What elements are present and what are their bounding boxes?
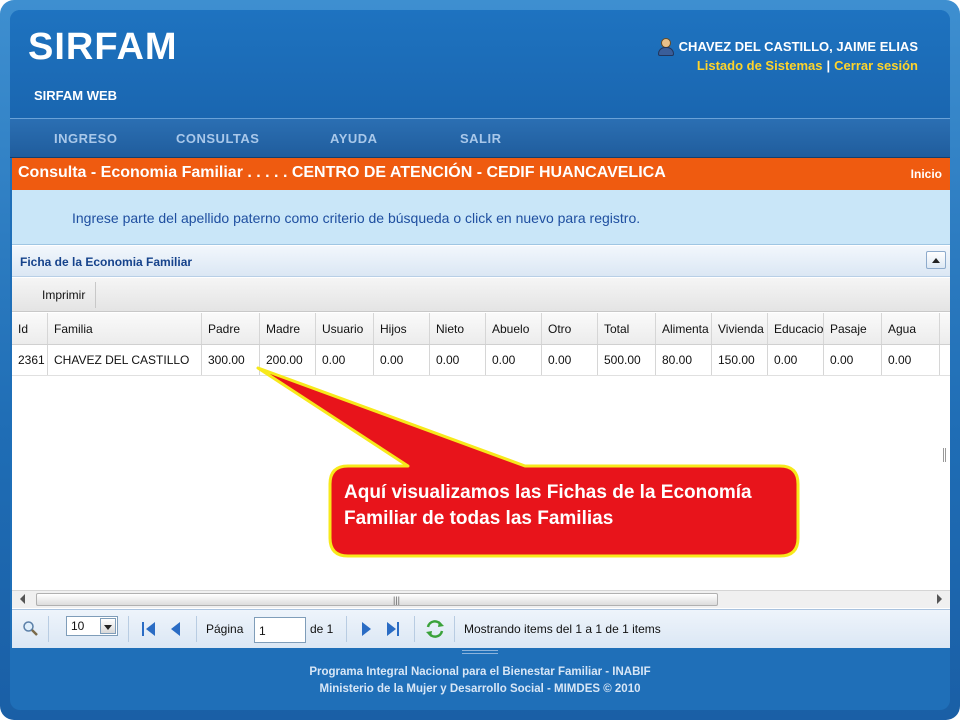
pager-bar: 10 Página 1 de 1 Mostrando items del 1 a… <box>12 609 950 648</box>
table-cell: 80.00 <box>656 345 712 375</box>
table-cell: CHAVEZ DEL CASTILLO <box>48 345 202 375</box>
footer: Programa Integral Nacional para el Biene… <box>10 650 950 710</box>
menu-item-ingreso[interactable]: INGRESO <box>54 131 117 146</box>
header: SIRFAM SIRFAM WEB CHAVEZ DEL CASTILLO, J… <box>10 10 950 118</box>
table-cell: 0.00 <box>374 345 430 375</box>
main-menu: INGRESO CONSULTAS AYUDA SALIR <box>10 118 950 158</box>
print-button[interactable]: Imprimir <box>32 282 97 308</box>
home-link[interactable]: Inicio <box>911 167 942 181</box>
column-header[interactable]: Agua <box>882 313 940 344</box>
page-label: Página <box>206 622 244 636</box>
table-cell: 300.00 <box>202 345 260 375</box>
scroll-left-icon[interactable] <box>20 594 25 604</box>
grid-body: 2361 CHAVEZ DEL CASTILLO 300.00 200.00 0.00 0… <box>12 345 950 376</box>
link-separator: | <box>826 58 831 73</box>
systems-list-link[interactable]: Listado de Sistemas <box>697 58 823 73</box>
column-header[interactable]: Pasaje <box>824 313 882 344</box>
user-name-row: CHAVEZ DEL CASTILLO, JAIME ELIAS <box>657 38 918 56</box>
pager-separator <box>346 616 347 642</box>
column-header[interactable]: Alimenta <box>656 313 712 344</box>
table-cell: 0.00 <box>824 345 882 375</box>
table-row[interactable]: 2361 CHAVEZ DEL CASTILLO 300.00 200.00 0.00 0… <box>12 345 950 376</box>
table-cell: 200.00 <box>260 345 316 375</box>
content-area: Consulta - Economia Familiar . . . . . C… <box>12 158 950 648</box>
search-icon[interactable] <box>22 620 38 636</box>
column-header[interactable]: Madre <box>260 313 316 344</box>
next-page-icon[interactable] <box>360 622 374 636</box>
pager-separator <box>48 616 49 642</box>
footer-line-1: Programa Integral Nacional para el Biene… <box>309 666 651 678</box>
table-cell: 2361 <box>12 345 48 375</box>
pager-status: Mostrando items del 1 a 1 de 1 items <box>464 622 661 636</box>
page-title-bar: Consulta - Economia Familiar . . . . . C… <box>12 158 950 190</box>
column-header[interactable]: Vivienda <box>712 313 768 344</box>
data-grid: Id Familia Padre Madre Usuario Hijos Nieto Abue… <box>12 313 950 376</box>
info-box: Ingrese parte del apellido paterno como … <box>12 190 950 245</box>
table-cell: 0.00 <box>316 345 374 375</box>
page-title: Consulta - Economia Familiar . . . . . C… <box>18 164 666 181</box>
column-header[interactable]: Educacio <box>768 313 824 344</box>
grid-toolbar: Imprimir <box>12 278 950 312</box>
scroll-grip-icon: ||| <box>393 595 401 605</box>
first-page-icon[interactable] <box>142 622 156 636</box>
column-header[interactable]: Nieto <box>430 313 486 344</box>
column-header[interactable]: Total <box>598 313 656 344</box>
app-subtitle: SIRFAM WEB <box>34 88 118 103</box>
column-header[interactable]: Familia <box>48 313 202 344</box>
table-cell: 0.00 <box>430 345 486 375</box>
refresh-icon[interactable] <box>425 619 445 639</box>
pager-separator <box>454 616 455 642</box>
menu-item-consultas[interactable]: CONSULTAS <box>176 131 259 146</box>
page-count-label: de 1 <box>310 622 334 636</box>
column-header[interactable]: Padre <box>202 313 260 344</box>
collapse-button[interactable] <box>926 251 946 269</box>
pager-separator <box>196 616 197 642</box>
column-header[interactable]: Id <box>12 313 48 344</box>
column-header[interactable]: Hijos <box>374 313 430 344</box>
footer-line-2: Ministerio de la Mujer y Desarrollo Soci… <box>319 683 641 695</box>
menu-item-salir[interactable]: SALIR <box>460 131 502 146</box>
table-cell: 500.00 <box>598 345 656 375</box>
last-page-icon[interactable] <box>386 622 400 636</box>
pager-separator <box>414 616 415 642</box>
table-cell: 0.00 <box>768 345 824 375</box>
vertical-scroll-grip[interactable] <box>943 448 946 462</box>
horizontal-scrollbar[interactable]: ||| <box>12 590 950 608</box>
logout-link[interactable]: Cerrar sesión <box>834 58 918 73</box>
pager-separator <box>128 616 129 642</box>
table-cell: 150.00 <box>712 345 768 375</box>
menu-item-ayuda[interactable]: AYUDA <box>330 131 378 146</box>
app-window: SIRFAM SIRFAM WEB CHAVEZ DEL CASTILLO, J… <box>10 10 950 710</box>
scroll-thumb[interactable]: ||| <box>36 593 718 606</box>
page-size-select[interactable]: 10 <box>66 616 118 636</box>
panel-header: Ficha de la Economia Familiar <box>12 246 950 277</box>
user-links: Listado de Sistemas | Cerrar sesión <box>657 58 918 73</box>
previous-page-icon[interactable] <box>168 622 182 636</box>
app-logo: SIRFAM <box>28 26 178 68</box>
panel-title: Ficha de la Economia Familiar <box>20 255 193 269</box>
scroll-right-icon[interactable] <box>937 594 942 604</box>
page-size-value: 10 <box>71 619 85 633</box>
user-area: CHAVEZ DEL CASTILLO, JAIME ELIAS Listado… <box>657 38 918 73</box>
table-cell: 0.00 <box>486 345 542 375</box>
column-header[interactable]: Otro <box>542 313 598 344</box>
page-number-input[interactable]: 1 <box>254 617 306 643</box>
user-icon <box>657 38 674 56</box>
chevron-down-icon[interactable] <box>100 618 116 634</box>
column-header[interactable]: Usuario <box>316 313 374 344</box>
app-frame: SIRFAM SIRFAM WEB CHAVEZ DEL CASTILLO, J… <box>0 0 960 720</box>
callout-text: Aquí visualizamos las Fichas de la Econo… <box>344 482 752 529</box>
column-header[interactable]: Abuelo <box>486 313 542 344</box>
user-name: CHAVEZ DEL CASTILLO, JAIME ELIAS <box>678 38 918 54</box>
table-cell: 0.00 <box>542 345 598 375</box>
table-cell: 0.00 <box>882 345 940 375</box>
grid-header-row: Id Familia Padre Madre Usuario Hijos Nieto Abue… <box>12 313 950 345</box>
info-text: Ingrese parte del apellido paterno como … <box>72 210 641 226</box>
